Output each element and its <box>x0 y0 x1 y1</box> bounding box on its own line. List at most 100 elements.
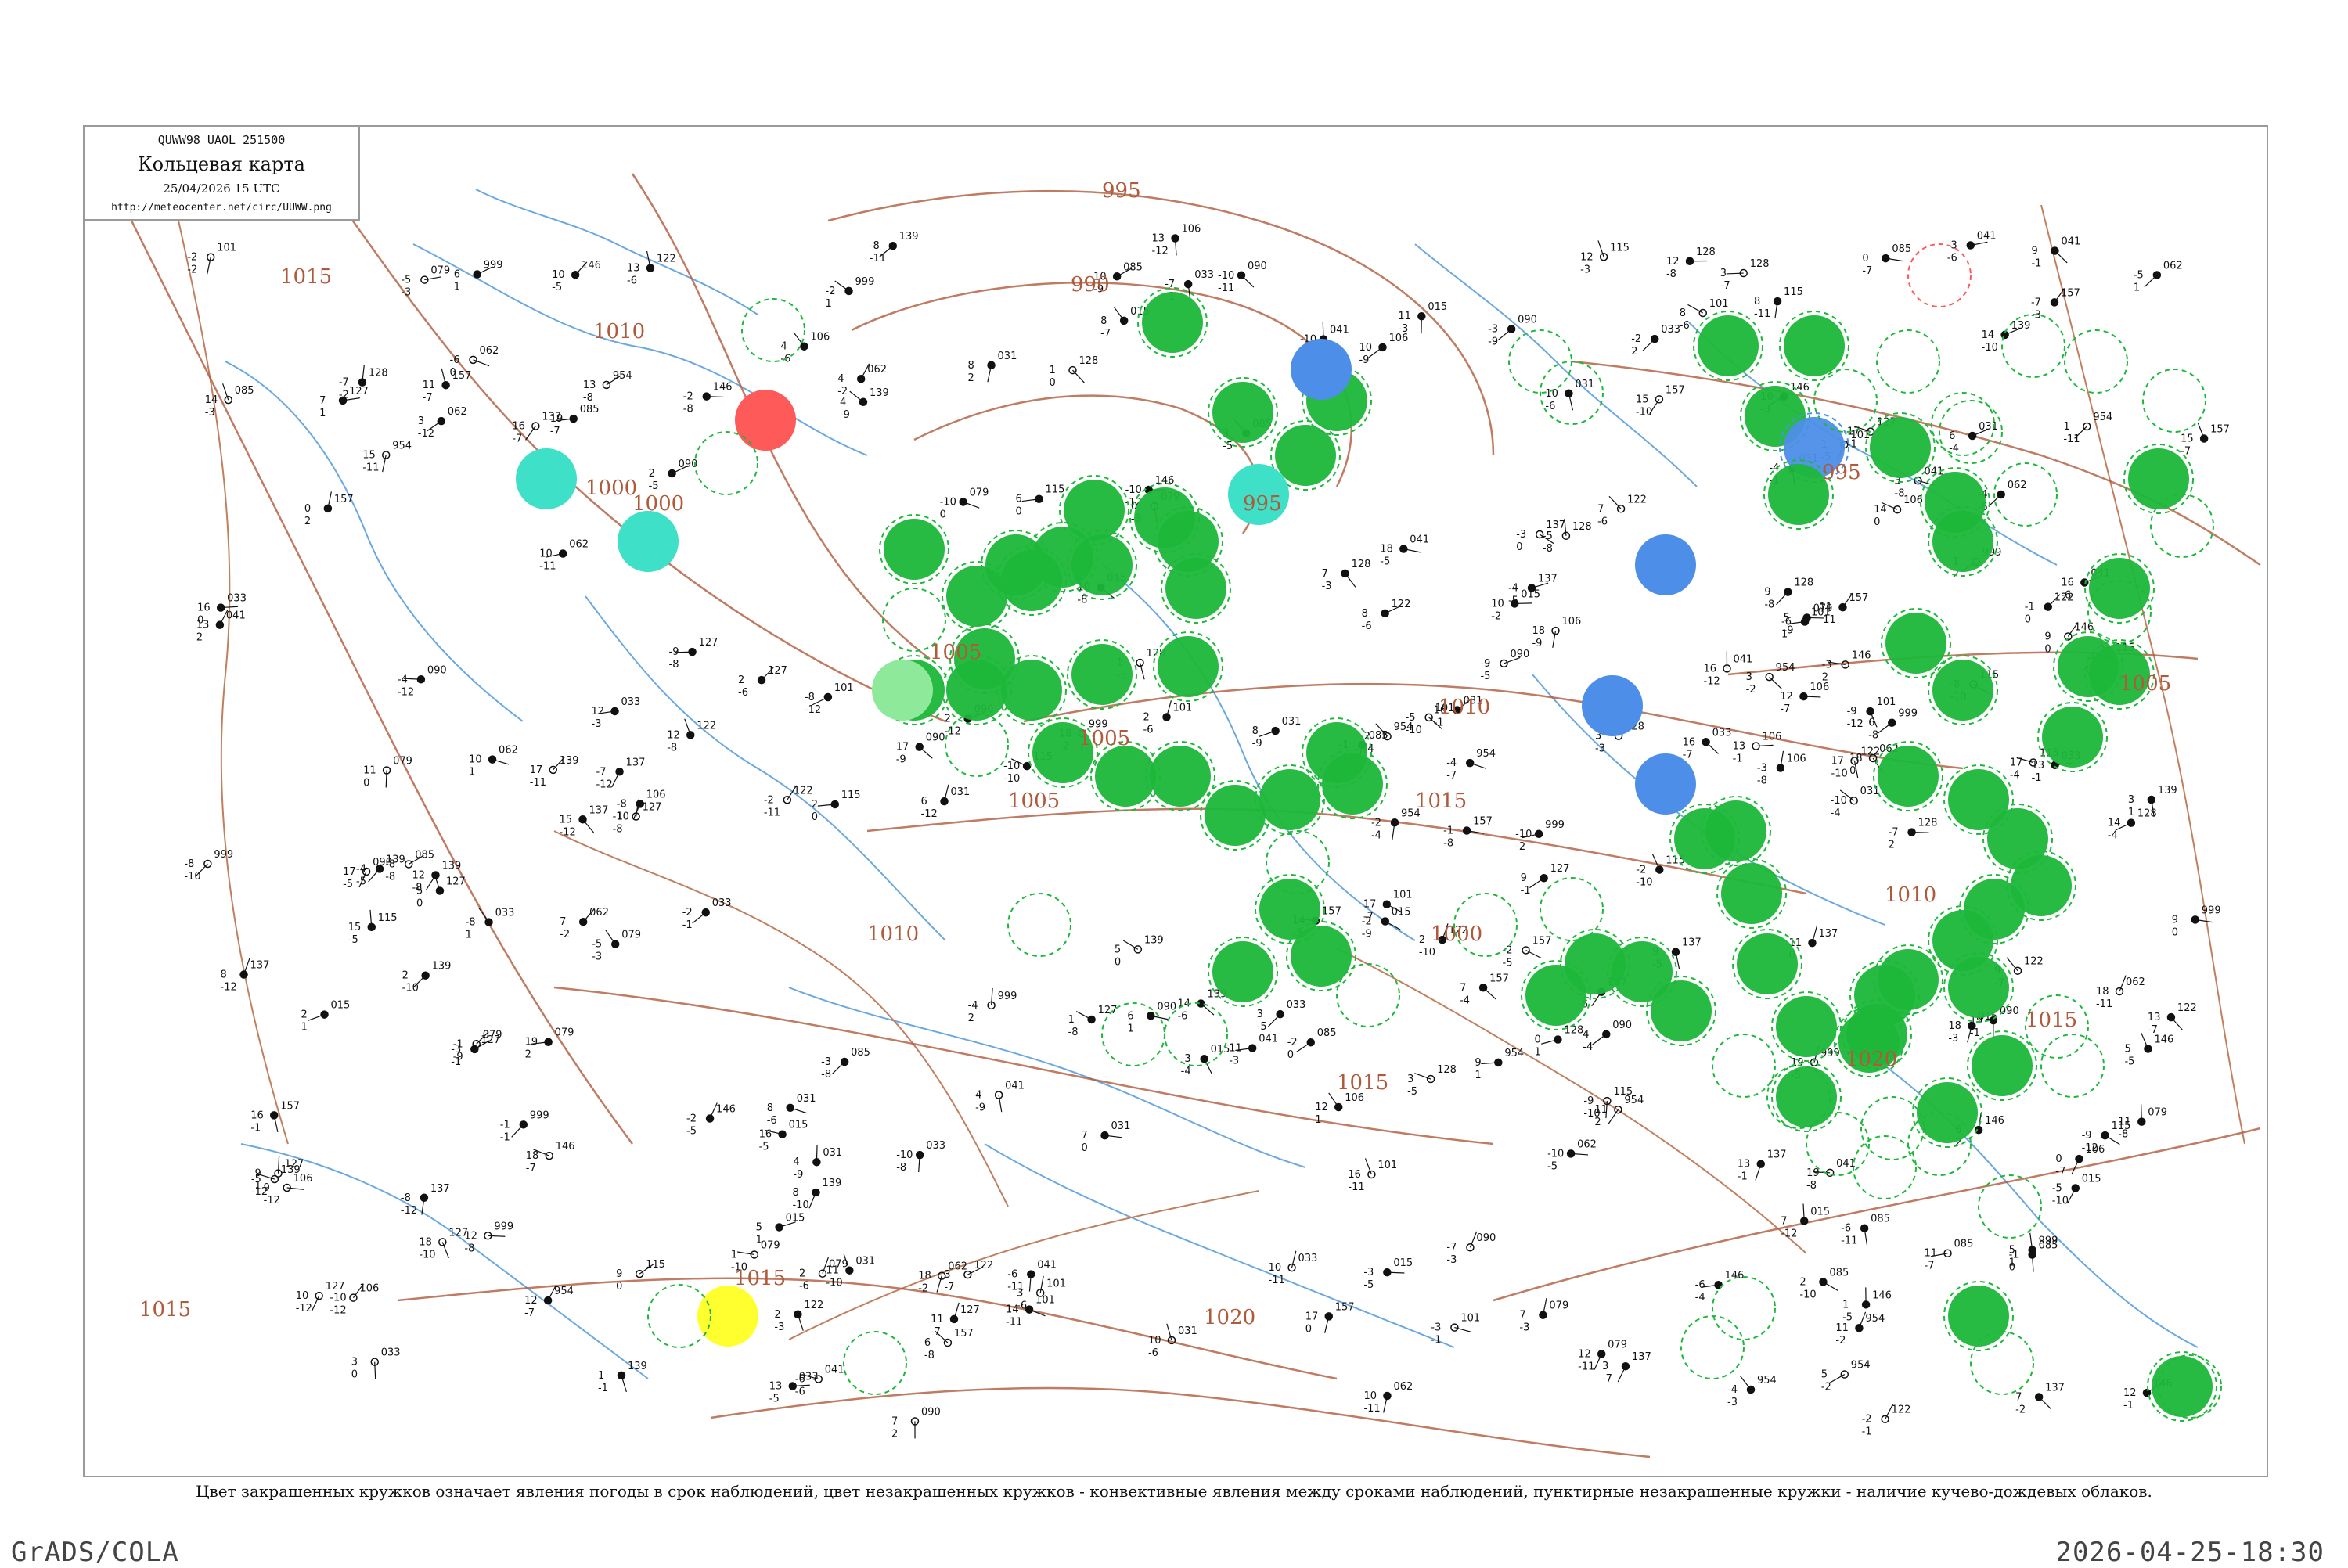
temperature-label: -3 <box>1363 1267 1374 1278</box>
dewpoint-label: -11 <box>2063 433 2080 445</box>
map-header: QUWW98 UAOL 251500 Кольцевая карта 25/04… <box>85 127 360 221</box>
pressure-label: 127 <box>1550 863 1570 875</box>
station-cloud-cover-icon <box>1673 948 1680 955</box>
shower-weather-circle <box>1291 340 1351 399</box>
pressure-label: 137 <box>1818 928 1838 940</box>
pressure-label: 139 <box>822 1178 841 1189</box>
pressure-label: 033 <box>712 897 732 909</box>
station-plot: 101-2-2 <box>187 243 236 276</box>
temperature-label: -2 <box>1862 1414 1872 1426</box>
pressure-label: 115 <box>1610 242 1630 254</box>
temperature-label: 14 <box>1874 504 1887 516</box>
dewpoint-label: -8 <box>2118 1129 2128 1141</box>
temperature-label: 9 <box>2172 914 2178 926</box>
station-plot: 137-30 <box>1516 520 1565 553</box>
pressure-label: 115 <box>646 1259 665 1271</box>
station-plot: 07911-8 <box>2118 1105 2167 1141</box>
pressure-label: 954 <box>1851 1360 1871 1372</box>
dewpoint-label: -2 <box>918 1283 928 1295</box>
footer-timestamp: 2026-04-25-18:30 <box>2055 1537 2325 1568</box>
pressure-label: 062 <box>948 1261 967 1273</box>
station-cloud-cover-icon <box>1536 830 1543 837</box>
dewpoint-label: 0 <box>363 778 369 789</box>
pressure-label: 115 <box>378 912 398 924</box>
pressure-label: 015 <box>1810 1206 1830 1217</box>
temperature-label: -5 <box>251 1174 261 1185</box>
cumulonimbus-ring <box>1008 894 1071 956</box>
dewpoint-label: -12 <box>398 686 414 698</box>
station-plot: 01511-3 <box>1398 301 1447 335</box>
dewpoint-label: -3 <box>1446 1254 1457 1266</box>
dewpoint-label: -3 <box>1727 1397 1738 1408</box>
pressure-label: 085 <box>1317 1027 1337 1039</box>
wind-barb-icon <box>1706 742 1719 753</box>
dewpoint-label: -12 <box>1847 718 1864 730</box>
temperature-label: 16 <box>512 421 525 433</box>
pressure-label: 062 <box>569 538 589 550</box>
dewpoint-label: -7 <box>512 433 522 445</box>
pressure-label: 999 <box>530 1109 549 1121</box>
pressure-label: 041 <box>1410 534 1429 546</box>
temperature-label: 3 <box>1720 268 1727 279</box>
dewpoint-label: 0 <box>1287 1049 1294 1061</box>
pressure-label: 122 <box>1627 494 1647 505</box>
isobar-line <box>124 205 632 1144</box>
temperature-label: -3 <box>1431 1322 1441 1334</box>
isobar-value-label: 1010 <box>867 922 919 946</box>
temperature-label: 14 <box>2108 818 2121 829</box>
temperature-label: -7 <box>1889 827 1899 839</box>
pressure-label: 122 <box>2177 1002 2197 1014</box>
temperature-label: -1 <box>2025 602 2035 613</box>
temperature-label: 10 <box>1269 1262 1282 1274</box>
dewpoint-label: -6 <box>1947 253 1957 264</box>
station-plot: 1465-5 <box>2124 1033 2173 1067</box>
pressure-label: 954 <box>613 370 632 382</box>
station-plot: 14618-7 <box>526 1141 575 1174</box>
cumulonimbus-ring <box>2143 369 2206 432</box>
station-plot: 09017-9 <box>896 732 945 766</box>
temperature-label: -5 <box>1543 530 1553 542</box>
dewpoint-label: -1 <box>2031 257 2041 269</box>
dewpoint-label: -6 <box>767 1115 777 1127</box>
dewpoint-label: -1 <box>1738 1171 1748 1183</box>
cumulonimbus-ring <box>1509 330 1572 393</box>
cumulonimbus-ring <box>2041 1034 2104 1097</box>
dewpoint-label: -6 <box>1597 516 1608 527</box>
pressure-label: 127 <box>1098 1005 1118 1016</box>
wind-barb-icon <box>1483 987 1496 999</box>
dewpoint-label: -4 <box>1181 1066 1191 1077</box>
rain-weather-circle <box>884 520 944 579</box>
pressure-label: 033 <box>495 908 515 919</box>
pressure-label: 127 <box>349 386 369 397</box>
temperature-label: 11 <box>931 1314 944 1325</box>
station-plot: 1283-7 <box>1720 258 1770 292</box>
dewpoint-label: -8 <box>683 404 693 415</box>
temperature-label: 2 <box>1419 934 1425 946</box>
pressure-label: 015 <box>1393 1257 1413 1269</box>
cumulonimbus-ring <box>1337 964 1399 1027</box>
temperature-label: -1 <box>453 1038 463 1050</box>
river-line <box>225 361 523 721</box>
station-plot: 033-2-1 <box>682 897 732 931</box>
pressure-label: 157 <box>1473 816 1493 828</box>
pressure-label: 101 <box>834 682 854 694</box>
isobar-value-label: 995 <box>1102 179 1141 203</box>
dewpoint-label: -2 <box>187 264 197 276</box>
temperature-label: 2 <box>738 674 744 686</box>
station-plot: 0316-4 <box>1949 421 1998 455</box>
pressure-label: 157 <box>954 1328 974 1340</box>
dewpoint-label: -8 <box>1757 775 1767 786</box>
temperature-label: 18 <box>918 1271 931 1282</box>
pressure-label: 090 <box>1510 649 1529 660</box>
pressure-label: 033 <box>1194 269 1214 281</box>
isobar-value-label: 1020 <box>1204 1306 1255 1329</box>
temperature-label: 8 <box>767 1102 773 1114</box>
pressure-label: 115 <box>841 789 861 801</box>
dewpoint-label: 1 <box>454 282 460 293</box>
wind-barb-icon <box>606 930 615 944</box>
shower-weather-circle <box>1583 676 1642 735</box>
pressure-label: 085 <box>580 404 600 415</box>
station-plot: 106140 <box>1874 494 1923 528</box>
wind-barb-icon <box>1498 329 1511 340</box>
temperature-label: 11 <box>1925 1248 1938 1260</box>
